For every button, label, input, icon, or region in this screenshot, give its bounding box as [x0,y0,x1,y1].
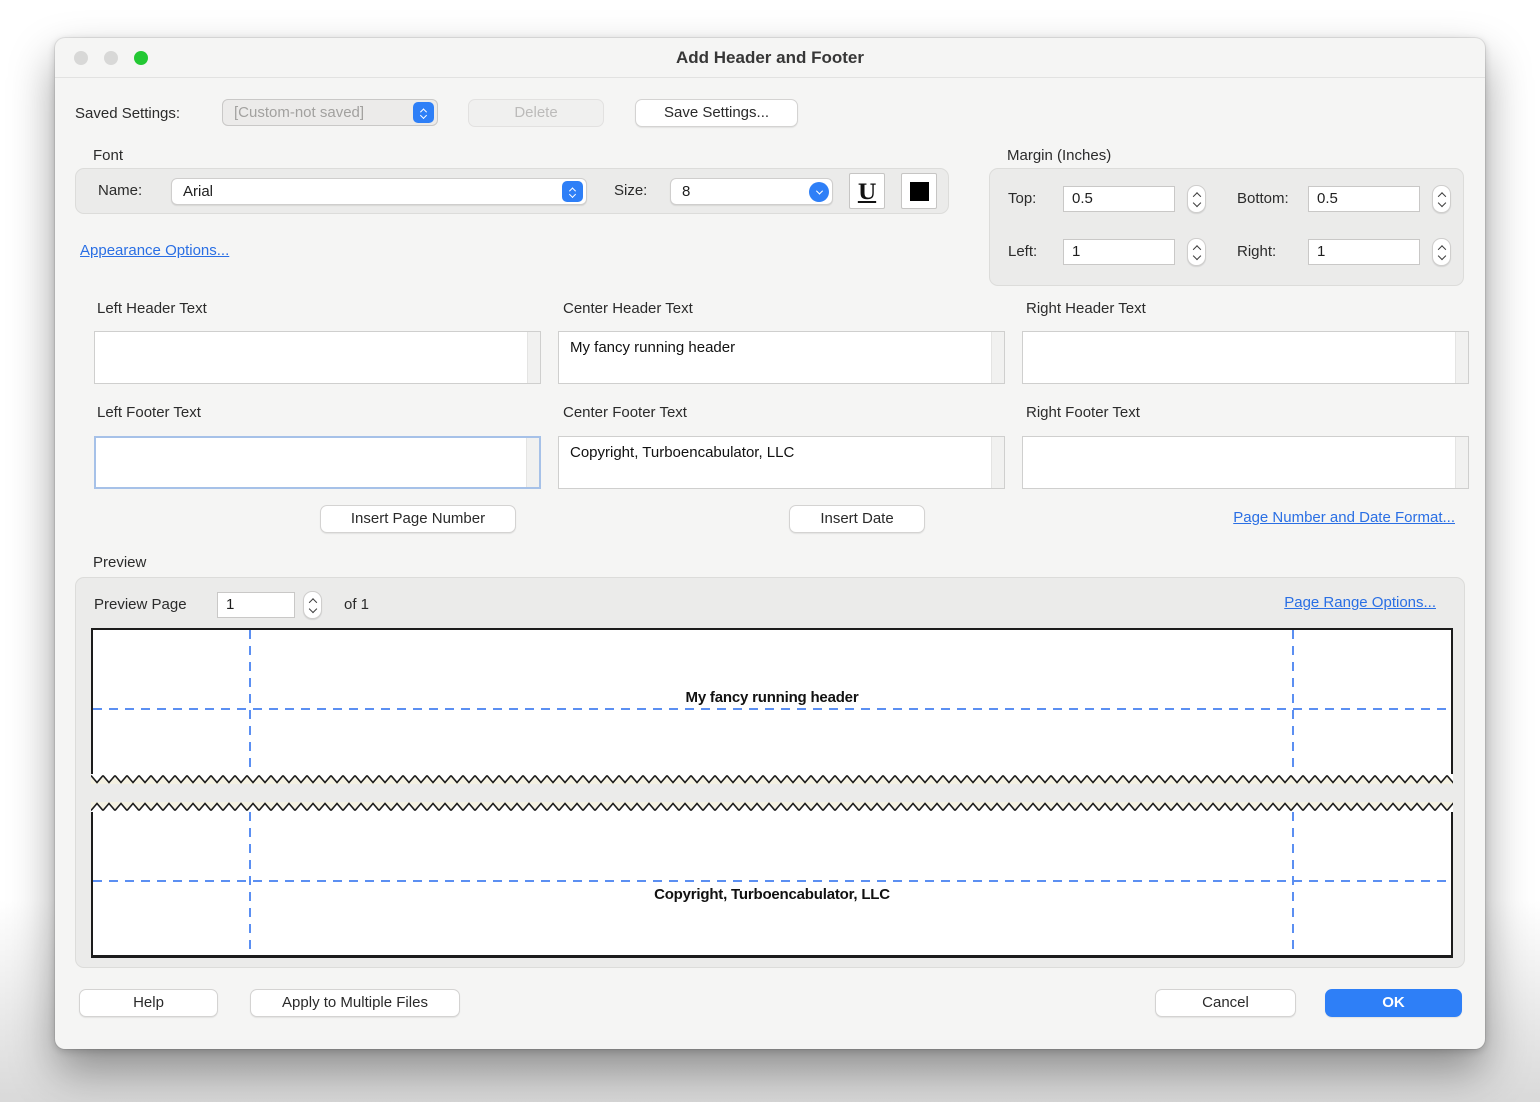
scrollbar-track[interactable] [991,332,1004,383]
cancel-button[interactable]: Cancel [1155,989,1296,1017]
stepper-down-icon [1437,199,1445,207]
page-range-options-link[interactable]: Page Range Options... [1284,594,1436,611]
scrollbar-track[interactable] [991,437,1004,488]
scrollbar-track[interactable] [527,332,540,383]
add-header-footer-dialog: Add Header and Footer Saved Settings: [C… [55,38,1485,1049]
margin-guide-right [1292,812,1294,955]
preview-top-fragment: My fancy running header [91,628,1453,774]
preview-page-stepper[interactable] [303,591,322,619]
stepper-down-icon [1192,199,1200,207]
font-section-label: Font [93,147,123,164]
left-header-textbox[interactable] [94,331,541,384]
window-title: Add Header and Footer [55,38,1485,78]
insert-date-button[interactable]: Insert Date [789,505,925,533]
delete-button[interactable]: Delete [468,99,604,127]
margin-guide-footer [93,880,1451,882]
saved-settings-value: [Custom-not saved] [234,104,364,121]
preview-page-label: Preview Page [94,596,187,613]
torn-edge-icon [91,774,1453,784]
stepper-down-icon [1192,252,1200,260]
font-group: Name: Arial Size: 8 U [75,168,949,214]
font-color-button[interactable] [901,173,937,209]
apply-to-multiple-files-button[interactable]: Apply to Multiple Files [250,989,460,1017]
margin-right-label: Right: [1237,243,1276,260]
margin-top-label: Top: [1008,190,1036,207]
stepper-down-icon [308,605,316,613]
preview-header-text: My fancy running header [93,689,1451,706]
torn-edge-icon [91,802,1453,812]
right-header-label: Right Header Text [1026,300,1146,317]
center-header-label: Center Header Text [563,300,693,317]
font-name-label: Name: [98,182,142,199]
color-swatch [910,182,929,201]
saved-settings-dropdown[interactable]: [Custom-not saved] [222,99,438,126]
preview-panel: Preview Page 1 of 1 Page Range Options..… [75,577,1465,968]
font-name-value: Arial [183,183,213,200]
margin-section-label: Margin (Inches) [1007,147,1111,164]
font-name-dropdown[interactable]: Arial [171,178,587,205]
left-footer-label: Left Footer Text [97,404,201,421]
left-footer-textbox[interactable] [94,436,541,489]
insert-page-number-button[interactable]: Insert Page Number [320,505,516,533]
center-header-value: My fancy running header [570,338,984,357]
center-footer-value: Copyright, Turboencabulator, LLC [570,443,984,462]
scrollbar-track[interactable] [1455,437,1468,488]
font-size-combo[interactable]: 8 [670,178,833,205]
preview-page-canvas: My fancy running header [91,628,1453,958]
preview-page-input[interactable]: 1 [217,592,295,618]
center-footer-textbox[interactable]: Copyright, Turboencabulator, LLC [558,436,1005,489]
preview-bottom-fragment: Copyright, Turboencabulator, LLC [91,812,1453,958]
underline-button[interactable]: U [849,173,885,209]
margin-top-input[interactable]: 0.5 [1063,186,1175,212]
chevron-up-down-icon [413,102,434,123]
margin-right-input[interactable]: 1 [1308,239,1420,265]
margin-guide-left [249,812,251,955]
right-footer-textbox[interactable] [1022,436,1469,489]
saved-settings-label: Saved Settings: [75,105,180,122]
underline-icon: U [858,181,876,202]
stepper-down-icon [1437,252,1445,260]
appearance-options-link[interactable]: Appearance Options... [80,242,229,259]
margin-left-input[interactable]: 1 [1063,239,1175,265]
margin-right-stepper[interactable] [1432,238,1451,266]
right-header-textbox[interactable] [1022,331,1469,384]
chevron-down-icon [809,182,829,202]
margin-bottom-label: Bottom: [1237,190,1289,207]
font-size-value: 8 [682,183,690,200]
preview-section-label: Preview [93,554,146,571]
preview-page-count-label: of 1 [344,596,369,613]
font-size-label: Size: [614,182,647,199]
page-number-date-format-link[interactable]: Page Number and Date Format... [1233,509,1455,526]
margin-top-stepper[interactable] [1187,185,1206,213]
center-footer-label: Center Footer Text [563,404,687,421]
ok-button[interactable]: OK [1325,989,1462,1017]
margin-bottom-stepper[interactable] [1432,185,1451,213]
scrollbar-track[interactable] [526,438,539,487]
chevron-up-down-icon [562,181,583,202]
margin-guide-header [93,708,1451,710]
right-footer-label: Right Footer Text [1026,404,1140,421]
center-header-textbox[interactable]: My fancy running header [558,331,1005,384]
margin-left-label: Left: [1008,243,1037,260]
preview-footer-text: Copyright, Turboencabulator, LLC [93,886,1451,903]
margin-bottom-input[interactable]: 0.5 [1308,186,1420,212]
help-button[interactable]: Help [79,989,218,1017]
margin-left-stepper[interactable] [1187,238,1206,266]
save-settings-button[interactable]: Save Settings... [635,99,798,127]
left-header-label: Left Header Text [97,300,207,317]
scrollbar-track[interactable] [1455,332,1468,383]
title-bar[interactable]: Add Header and Footer [55,38,1485,78]
margin-group: Top: 0.5 Bottom: 0.5 Left: 1 Right: 1 [989,168,1464,286]
